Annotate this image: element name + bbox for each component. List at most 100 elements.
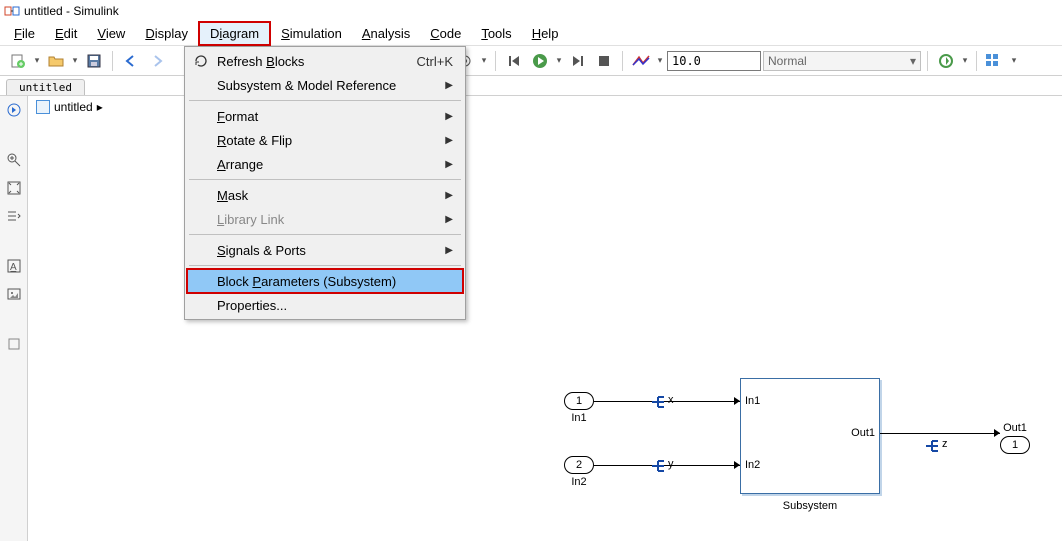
- port-shape: 1: [1000, 436, 1030, 454]
- step-forward-button[interactable]: [566, 49, 590, 73]
- fast-dropdown-icon[interactable]: ▾: [960, 55, 970, 66]
- annotations-button[interactable]: A̲: [4, 256, 24, 276]
- subsystem-pin-out1: Out1: [851, 427, 875, 439]
- menu-shortcut: Ctrl+K: [417, 54, 453, 69]
- toolbar-separator: [112, 51, 113, 71]
- menu-file[interactable]: File: [4, 23, 45, 44]
- submenu-arrow-icon: ▶: [445, 190, 453, 201]
- menu-separator: [189, 265, 461, 266]
- record-button[interactable]: [629, 49, 653, 73]
- port-number: 1: [576, 395, 582, 407]
- new-model-button[interactable]: [6, 49, 30, 73]
- simulation-stop-time-input[interactable]: [667, 51, 761, 71]
- menu-library-link: Library Link ▶: [187, 207, 463, 231]
- toolbar-separator: [622, 51, 623, 71]
- svg-text:A̲: A̲: [10, 262, 17, 273]
- menu-label: Subsystem & Model Reference: [217, 78, 396, 93]
- palette-sidebar: A̲: [0, 96, 28, 541]
- port-label: In2: [564, 476, 594, 488]
- chevron-down-icon: ▾: [910, 54, 916, 68]
- signal-label-x[interactable]: x: [668, 394, 674, 406]
- signal-wire-z[interactable]: [880, 433, 1000, 434]
- forward-button[interactable]: [145, 49, 169, 73]
- arrow-icon: [734, 461, 740, 469]
- new-dropdown-icon[interactable]: ▾: [32, 55, 42, 66]
- port-label: Out1: [1000, 422, 1030, 434]
- menu-label: Mask: [217, 188, 248, 203]
- outport-Out1[interactable]: Out1 1: [1000, 422, 1030, 454]
- menu-label: Arrange: [217, 157, 263, 172]
- signal-wire-y[interactable]: [594, 465, 740, 466]
- simulink-app-icon: [4, 3, 20, 19]
- run-button[interactable]: [528, 49, 552, 73]
- menu-rotate-flip[interactable]: Rotate & Flip ▶: [187, 128, 463, 152]
- workspace: A̲ untitled ▸ 1 In1 2 In2 Out1 1: [0, 96, 1062, 541]
- menu-mask[interactable]: Mask ▶: [187, 183, 463, 207]
- menu-label: Block Parameters (Subsystem): [217, 274, 396, 289]
- submenu-arrow-icon: ▶: [445, 245, 453, 256]
- library-browser-button[interactable]: [983, 49, 1007, 73]
- simulation-mode-label: Normal: [768, 54, 807, 68]
- menu-block-parameters[interactable]: Block Parameters (Subsystem): [187, 269, 463, 293]
- zoom-button[interactable]: [4, 150, 24, 170]
- breadcrumb[interactable]: untitled ▸: [36, 100, 103, 114]
- fast-restart-button[interactable]: [934, 49, 958, 73]
- port-shape: 1: [564, 392, 594, 410]
- menu-refresh-blocks[interactable]: Refresh Blocks Ctrl+K: [187, 49, 463, 73]
- menu-signals-ports[interactable]: Signals & Ports ▶: [187, 238, 463, 262]
- run-dropdown-icon[interactable]: ▾: [554, 55, 564, 66]
- model-icon: [36, 100, 50, 114]
- window-title: untitled - Simulink: [24, 4, 119, 18]
- tab-strip: untitled: [0, 76, 1062, 96]
- menu-arrange[interactable]: Arrange ▶: [187, 152, 463, 176]
- open-dropdown-icon[interactable]: ▾: [70, 55, 80, 66]
- submenu-arrow-icon: ▶: [445, 159, 453, 170]
- hide-explorer-button[interactable]: [4, 100, 24, 120]
- toolbar-separator: [927, 51, 928, 71]
- subsystem-pin-in2: In2: [745, 459, 760, 471]
- menu-display[interactable]: Display: [135, 23, 198, 44]
- fit-to-view-button[interactable]: [4, 178, 24, 198]
- submenu-arrow-icon: ▶: [445, 135, 453, 146]
- signal-wire-x[interactable]: [594, 401, 740, 402]
- save-button[interactable]: [82, 49, 106, 73]
- signal-label-y[interactable]: y: [668, 458, 674, 470]
- viewmark-button[interactable]: [4, 334, 24, 354]
- toggle-perspectives-button[interactable]: [4, 206, 24, 226]
- inport-In1[interactable]: 1 In1: [564, 392, 594, 424]
- stop-button[interactable]: [592, 49, 616, 73]
- menu-help[interactable]: Help: [522, 23, 569, 44]
- menu-subsystem-reference[interactable]: Subsystem & Model Reference ▶: [187, 73, 463, 97]
- signal-label-z[interactable]: z: [942, 438, 948, 450]
- diagram-dropdown-menu: Refresh Blocks Ctrl+K Subsystem & Model …: [184, 46, 466, 320]
- menu-label: Refresh Blocks: [217, 54, 304, 69]
- back-button[interactable]: [119, 49, 143, 73]
- breadcrumb-path: untitled: [54, 100, 93, 114]
- menu-edit[interactable]: Edit: [45, 23, 87, 44]
- menu-diagram[interactable]: Diagram: [198, 21, 271, 46]
- menu-simulation[interactable]: Simulation: [271, 23, 352, 44]
- settings-dropdown-icon[interactable]: ▾: [479, 55, 489, 66]
- port-label: In1: [564, 412, 594, 424]
- port-number: 1: [1012, 439, 1018, 451]
- subsystem-label: Subsystem: [740, 500, 880, 512]
- menu-view[interactable]: View: [87, 23, 135, 44]
- library-dropdown-icon[interactable]: ▾: [1009, 55, 1019, 66]
- record-dropdown-icon[interactable]: ▾: [655, 55, 665, 66]
- subsystem-block[interactable]: In1 In2 Out1: [740, 378, 880, 494]
- menu-properties[interactable]: Properties...: [187, 293, 463, 317]
- menu-analysis[interactable]: Analysis: [352, 23, 420, 44]
- step-back-button[interactable]: [502, 49, 526, 73]
- menu-label: Signals & Ports: [217, 243, 306, 258]
- open-button[interactable]: [44, 49, 68, 73]
- menu-tools[interactable]: Tools: [471, 23, 521, 44]
- model-tab[interactable]: untitled: [6, 79, 85, 95]
- port-number: 2: [576, 459, 582, 471]
- menu-label: Format: [217, 109, 258, 124]
- image-button[interactable]: [4, 284, 24, 304]
- port-shape: 2: [564, 456, 594, 474]
- simulation-mode-select[interactable]: Normal ▾: [763, 51, 921, 71]
- menu-format[interactable]: Format ▶: [187, 104, 463, 128]
- inport-In2[interactable]: 2 In2: [564, 456, 594, 488]
- menu-code[interactable]: Code: [420, 23, 471, 44]
